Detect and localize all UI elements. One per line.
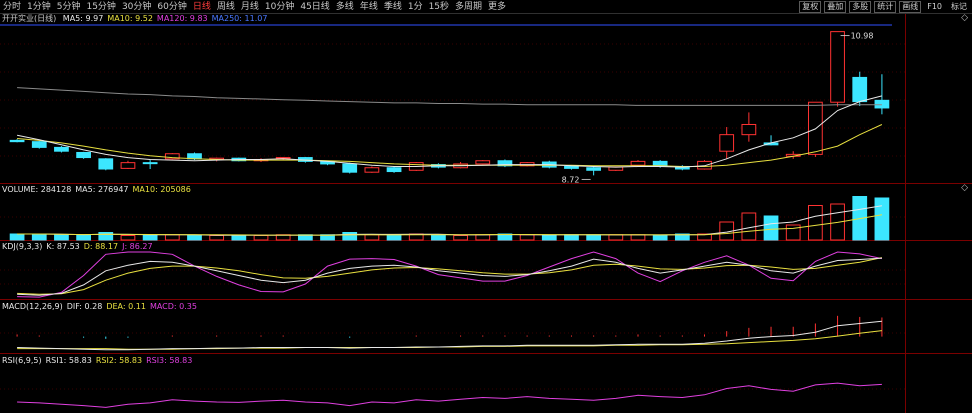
- scroll-up-icon[interactable]: ◇: [961, 13, 968, 23]
- stock-name: 开开实业(日线): [2, 14, 57, 23]
- candle-body: [54, 146, 69, 152]
- volume-bar: [164, 234, 180, 241]
- candle-body: [98, 158, 114, 170]
- candle-body: [31, 141, 47, 148]
- price-panel: 10.98 8.72: [9, 31, 890, 184]
- volume-bar: [431, 234, 446, 241]
- volume-bar: [231, 235, 247, 241]
- volume-bar: [608, 234, 624, 241]
- indicator-value: DEA: 0.11: [106, 302, 146, 311]
- candle-body: [120, 162, 136, 169]
- volume-bar: [541, 235, 557, 241]
- indicator-value: MA10: 9.52: [107, 14, 153, 23]
- volume-bar: [386, 235, 402, 241]
- candle-body: [874, 99, 890, 109]
- candle-body: [586, 167, 602, 171]
- kdj-j-line: [17, 251, 883, 298]
- kdj-panel: [17, 251, 883, 298]
- indicator-value: RSI1: 58.83: [45, 356, 92, 365]
- indicator-value: K: 87.53: [46, 242, 80, 251]
- indicator-value: MA250: 11.07: [211, 14, 268, 23]
- volume-bar: [586, 234, 602, 241]
- volume-bar: [652, 235, 668, 241]
- candle-body: [475, 160, 491, 165]
- volume-bar: [475, 234, 491, 241]
- indicator-value: MA5: 276947: [75, 185, 129, 194]
- high-price-label: 10.98: [851, 32, 874, 41]
- volume-bar: [54, 234, 69, 241]
- indicator-value: KDJ(9,3,3): [2, 242, 43, 251]
- indicator-value: MA10: 205086: [132, 185, 191, 194]
- candle-body: [9, 139, 25, 143]
- candle-body: [76, 151, 91, 159]
- indicator-value: MACD(12,26,9): [2, 302, 63, 311]
- kline-chart[interactable]: 10.98 8.72: [0, 0, 972, 413]
- volume-bar: [453, 235, 468, 241]
- volume-panel-label: VOLUME: 284128 MA5: 276947 MA10: 205086: [2, 185, 199, 195]
- volume-bar: [564, 234, 579, 241]
- rsi-panel-label: RSI(6,9,5) RSI1: 58.83 RSI2: 58.83 RSI3: 58…: [2, 356, 200, 366]
- low-price-label: 8.72: [562, 175, 580, 184]
- indicator-value: MA5: 9.97: [62, 14, 104, 23]
- volume-bar: [364, 234, 380, 241]
- volume-bar: [808, 205, 823, 241]
- candle-body: [564, 165, 579, 169]
- candle-body: [364, 167, 380, 173]
- indicator-value: RSI3: 58.83: [146, 356, 193, 365]
- volume-bar: [209, 235, 225, 241]
- scroll-down-icon[interactable]: ◇: [961, 183, 968, 193]
- candle-body: [697, 160, 712, 170]
- volume-bar: [253, 235, 269, 241]
- candle-body: [830, 31, 845, 103]
- rsi-line: [17, 382, 882, 408]
- indicator-value: RSI2: 58.83: [95, 356, 143, 365]
- indicator-value: MA120: 9.83: [156, 14, 208, 23]
- macd-dif-line: [17, 320, 882, 351]
- volume-bar: [519, 234, 535, 241]
- candle-body: [142, 162, 158, 165]
- indicator-value: D: 88.17: [83, 242, 119, 251]
- volume-panel: [9, 196, 890, 241]
- volume-bar: [76, 235, 91, 241]
- candle-body: [741, 123, 757, 136]
- kdj-panel-label: KDJ(9,3,3) K: 87.53 D: 88.17 J: 86.27: [2, 242, 161, 252]
- candle-body: [852, 76, 868, 103]
- candle-body: [386, 167, 402, 173]
- indicator-value: RSI(6,9,5): [2, 356, 42, 365]
- volume-bar: [98, 232, 114, 241]
- volume-bar: [342, 232, 358, 241]
- volume-bar: [120, 235, 136, 241]
- volume-bar: [630, 234, 646, 241]
- grid-layer: [0, 14, 972, 413]
- candle-body: [342, 163, 358, 173]
- candle-body: [719, 134, 735, 152]
- volume-bar: [874, 197, 890, 241]
- indicator-value: MACD: 0.35: [149, 302, 197, 311]
- macd-panel-label: MACD(12,26,9) DIF: 0.28 DEA: 0.11 MACD: 0.3…: [2, 302, 205, 312]
- volume-bar: [9, 233, 25, 241]
- indicator-value: VOLUME: 284128: [2, 185, 72, 194]
- volume-bar: [763, 215, 779, 241]
- indicator-value: DIF: 0.28: [66, 302, 103, 311]
- volume-bar: [187, 235, 202, 241]
- volume-bar: [31, 233, 47, 241]
- candle-body: [630, 160, 646, 166]
- rsi-panel: [17, 382, 882, 408]
- main-panel-label: 开开实业(日线) MA5: 9.97 MA10: 9.52 MA120: 9.83 M…: [2, 14, 275, 24]
- indicator-value: J: 86.27: [122, 242, 153, 251]
- ma120-line: [17, 87, 882, 106]
- volume-bar: [142, 235, 158, 241]
